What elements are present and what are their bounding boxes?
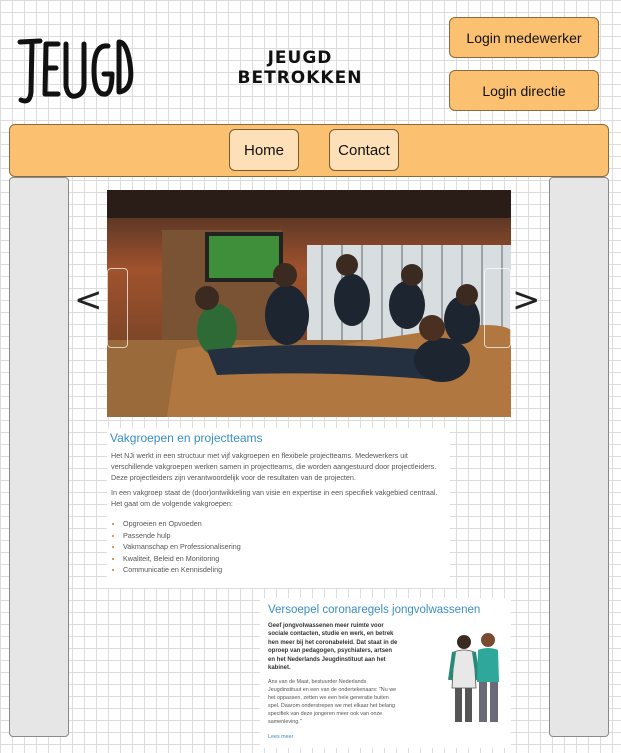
carousel-prev-overlay[interactable] [107,268,128,348]
right-sidebar [549,177,609,737]
nav-contact-button[interactable]: Contact [329,129,399,171]
list-item: Communicatie en Kennisdeling [123,564,450,576]
left-sidebar [9,177,69,737]
article-paragraph: Het NJi werkt in een structuur met vijf … [111,451,437,482]
article-title: Vakgroepen en projectteams [110,431,263,445]
article-title: Versoepel coronaregels jongvolwassenen [268,604,481,616]
article-paragraph: In een vakgroep staat de (door)ontwikkel… [111,488,438,508]
list-item: Passende hulp [123,530,450,542]
vakgroepen-list: Opgroeien en Opvoeden Passende hulp Vakm… [107,518,450,576]
read-more-link[interactable]: Lees meer [268,734,511,740]
brand-title: JEUGD BETROKKEN [230,48,370,88]
article-body: Ans van de Maat, bestuurder Nederlands J… [268,679,397,726]
carousel-next-overlay[interactable] [484,268,511,348]
navigation-bar [9,124,609,177]
jeugd-logo [17,38,134,104]
article-vakgroepen: Vakgroepen en projectteams Het NJi werkt… [107,428,450,588]
carousel-prev-arrow[interactable]: < [74,280,103,320]
login-management-button[interactable]: Login directie [449,70,599,111]
list-item: Vakmanschap en Professionalisering [123,541,450,553]
list-item: Opgroeien en Opvoeden [123,518,450,530]
nav-home-button[interactable]: Home [229,129,299,171]
brand-title-line1: JEUGD [267,48,333,68]
article-lead: Geef jongvolwassenen meer ruimte voor so… [268,623,398,672]
brand-title-line2: BETROKKEN [237,68,363,88]
two-young-people-illustration [448,633,499,722]
login-staff-button[interactable]: Login medewerker [449,17,599,58]
list-item: Kwaliteit, Beleid en Monitoring [123,553,450,565]
hero-image [107,190,511,417]
carousel-next-arrow[interactable]: > [512,280,541,320]
